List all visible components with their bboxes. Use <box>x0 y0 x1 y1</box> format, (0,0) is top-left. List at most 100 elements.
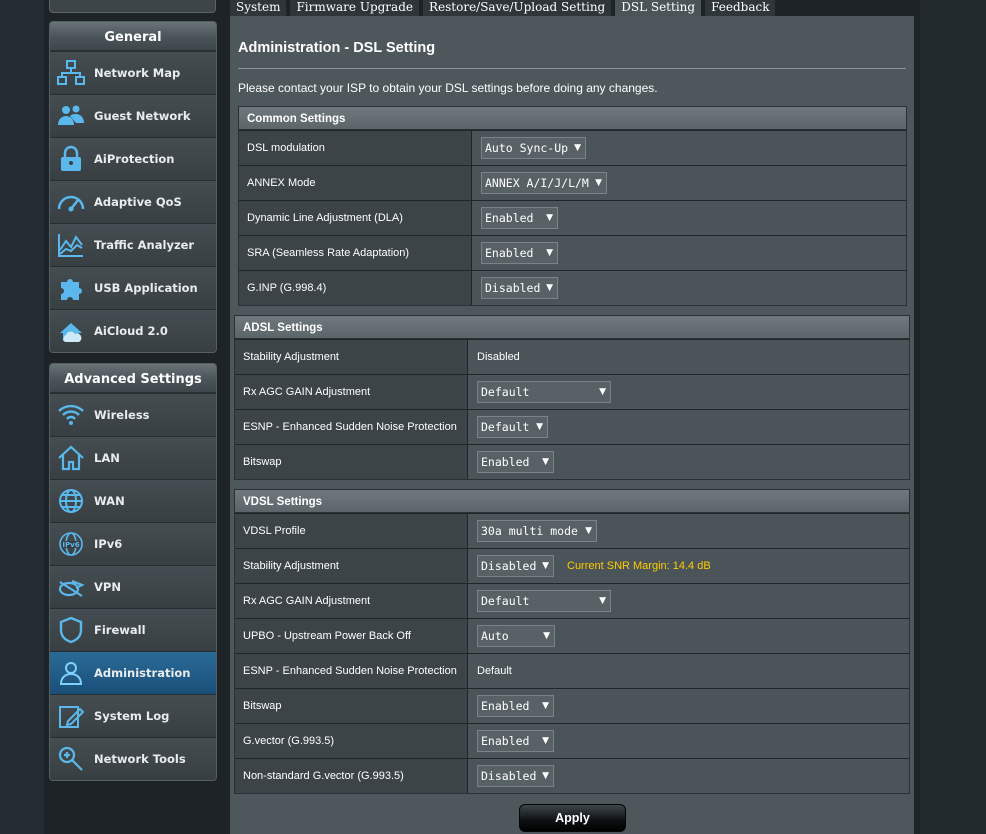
row-label: G.INP (G.998.4) <box>239 271 472 305</box>
sidebar-item-label: VPN <box>94 580 121 594</box>
tab-firmware-upgrade[interactable]: Firmware Upgrade <box>290 0 419 16</box>
vdsl-stability-select[interactable]: Disabled ▼ <box>477 555 554 577</box>
select-value: Auto <box>481 629 509 643</box>
row-label: G.vector (G.993.5) <box>235 724 468 758</box>
select-value: Disabled <box>481 769 537 783</box>
table-row: UPBO - Upstream Power Back Off Auto ▼ <box>235 618 909 653</box>
apply-button[interactable]: Apply <box>519 804 626 832</box>
sidebar-item-label: Network Tools <box>94 752 186 766</box>
select-value: 30a multi mode <box>481 524 578 538</box>
sidebar-item-vpn[interactable]: VPN <box>50 565 216 608</box>
annex-mode-select[interactable]: ANNEX A/I/J/L/M ▼ <box>481 172 607 194</box>
title-divider <box>238 68 906 69</box>
sidebar-item-lan[interactable]: LAN <box>50 436 216 479</box>
sidebar-item-administration[interactable]: Administration <box>50 651 216 694</box>
sidebar-item-label: USB Application <box>94 281 198 295</box>
chevron-down-icon: ▼ <box>542 457 549 467</box>
sidebar-item-system-log[interactable]: System Log <box>50 694 216 737</box>
sidebar-item-network-tools[interactable]: Network Tools <box>50 737 216 780</box>
isp-notice: Please contact your ISP to obtain your D… <box>238 81 658 95</box>
sidebar-top-stub <box>49 0 216 13</box>
sidebar-item-label: WAN <box>94 494 125 508</box>
adsl-bitswap-select[interactable]: Enabled ▼ <box>477 451 554 473</box>
table-row: G.INP (G.998.4) Disabled ▼ <box>239 270 906 305</box>
vdsl-profile-select[interactable]: 30a multi mode ▼ <box>477 520 597 542</box>
vdsl-rx-agc-select[interactable]: Default ▼ <box>477 590 611 612</box>
row-label: Rx AGC GAIN Adjustment <box>235 584 468 618</box>
adsl-esnp-select[interactable]: Default ▼ <box>477 416 548 438</box>
admin-user-icon <box>50 652 92 694</box>
sidebar-item-wan[interactable]: WAN <box>50 479 216 522</box>
traffic-chart-icon <box>50 224 92 266</box>
tab-restore-save-upload[interactable]: Restore/Save/Upload Setting <box>422 0 612 16</box>
row-label: Non-standard G.vector (G.993.5) <box>235 759 468 793</box>
advanced-menu-title: Advanced Settings <box>50 364 216 393</box>
adsl-rx-agc-select[interactable]: Default ▼ <box>477 381 611 403</box>
table-row: Bitswap Enabled ▼ <box>235 688 909 723</box>
sidebar-item-label: AiProtection <box>94 152 175 166</box>
table-row: Stability Adjustment Disabled ▼ Current SN… <box>235 548 909 583</box>
table-row: ANNEX Mode ANNEX A/I/J/L/M ▼ <box>239 165 906 200</box>
sidebar-item-firewall[interactable]: Firewall <box>50 608 216 651</box>
sidebar-item-label: Guest Network <box>94 109 191 123</box>
table-row: DSL modulation Auto Sync-Up ▼ <box>239 130 906 165</box>
tab-feedback[interactable]: Feedback <box>705 0 776 16</box>
sidebar-item-aicloud[interactable]: AiCloud 2.0 <box>50 309 216 352</box>
page-title: Administration - DSL Setting <box>238 40 436 56</box>
main-panel: Administration - DSL Setting Please cont… <box>230 16 914 834</box>
dla-select[interactable]: Enabled ▼ <box>481 207 558 229</box>
adsl-settings-header: ADSL Settings <box>235 316 909 339</box>
sra-select[interactable]: Enabled ▼ <box>481 242 558 264</box>
dsl-modulation-select[interactable]: Auto Sync-Up ▼ <box>481 137 586 159</box>
tab-system[interactable]: System <box>230 0 287 16</box>
vdsl-settings-table: VDSL Settings VDSL Profile 30a multi mod… <box>234 489 910 794</box>
upbo-select[interactable]: Auto ▼ <box>477 625 555 647</box>
chevron-down-icon: ▼ <box>542 561 549 571</box>
table-row: VDSL Profile 30a multi mode ▼ <box>235 513 909 548</box>
sidebar-item-ipv6[interactable]: IPv6 IPv6 <box>50 522 216 565</box>
ginp-select[interactable]: Disabled ▼ <box>481 277 558 299</box>
left-background <box>0 0 44 834</box>
row-label: DSL modulation <box>239 131 472 165</box>
sidebar-item-label: Firewall <box>94 623 146 637</box>
common-settings-table: Common Settings DSL modulation Auto Sync… <box>238 106 907 306</box>
nonstandard-gvector-select[interactable]: Disabled ▼ <box>477 765 554 787</box>
sidebar-item-aiprotection[interactable]: AiProtection <box>50 137 216 180</box>
row-label: Rx AGC GAIN Adjustment <box>235 375 468 409</box>
network-tools-icon <box>50 738 92 780</box>
sidebar-item-wireless[interactable]: Wireless <box>50 393 216 436</box>
table-row: Rx AGC GAIN Adjustment Default ▼ <box>235 583 909 618</box>
usb-puzzle-icon <box>50 267 92 309</box>
select-value: Enabled <box>481 699 530 713</box>
sidebar-item-traffic-analyzer[interactable]: Traffic Analyzer <box>50 223 216 266</box>
table-row: ESNP - Enhanced Sudden Noise Protection … <box>235 653 909 688</box>
gvector-select[interactable]: Enabled ▼ <box>477 730 554 752</box>
sidebar-item-usb-application[interactable]: USB Application <box>50 266 216 309</box>
select-value: Enabled <box>481 734 530 748</box>
sidebar-item-label: Network Map <box>94 66 181 80</box>
shield-icon <box>50 609 92 651</box>
tab-dsl-setting[interactable]: DSL Setting <box>615 0 702 16</box>
chevron-down-icon: ▼ <box>542 771 549 781</box>
select-value: Default <box>481 385 530 399</box>
guest-network-icon <box>50 95 92 137</box>
sidebar-item-network-map[interactable]: Network Map <box>50 51 216 94</box>
vpn-icon <box>50 566 92 608</box>
sidebar-item-label: Adaptive QoS <box>94 195 182 209</box>
sidebar-item-adaptive-qos[interactable]: Adaptive QoS <box>50 180 216 223</box>
vdsl-bitswap-select[interactable]: Enabled ▼ <box>477 695 554 717</box>
table-row: ESNP - Enhanced Sudden Noise Protection … <box>235 409 909 444</box>
ipv6-globe-icon: IPv6 <box>50 523 92 565</box>
row-label: UPBO - Upstream Power Back Off <box>235 619 468 653</box>
sidebar-item-guest-network[interactable]: Guest Network <box>50 94 216 137</box>
row-label: Stability Adjustment <box>235 549 468 583</box>
network-map-icon <box>50 52 92 94</box>
table-row: G.vector (G.993.5) Enabled ▼ <box>235 723 909 758</box>
row-label: ANNEX Mode <box>239 166 472 200</box>
row-label: ESNP - Enhanced Sudden Noise Protection <box>235 410 468 444</box>
table-row: Non-standard G.vector (G.993.5) Disabled… <box>235 758 909 793</box>
chevron-down-icon: ▼ <box>536 422 543 432</box>
general-menu-title: General <box>50 22 216 51</box>
adsl-stability-value: Disabled <box>477 351 520 363</box>
table-row: Bitswap Enabled ▼ <box>235 444 909 479</box>
